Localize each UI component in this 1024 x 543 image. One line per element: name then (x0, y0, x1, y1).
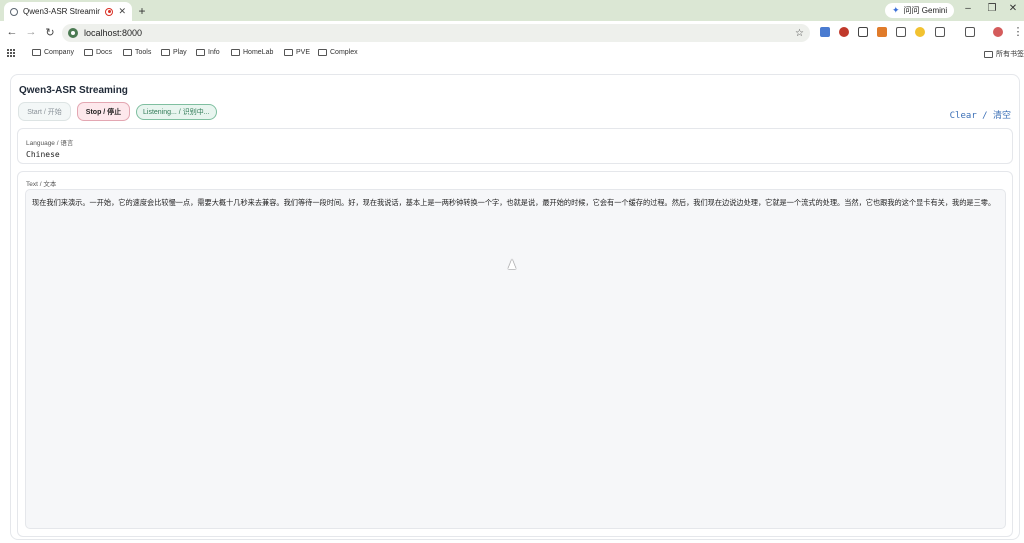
new-tab-button[interactable]: + (136, 4, 148, 18)
gemini-button[interactable]: ✦ 问问 Gemini (885, 3, 955, 18)
bookmark-label: Company (44, 49, 74, 56)
text-label: Text / 文本 (26, 181, 57, 188)
bookmark-label: Play (173, 49, 187, 56)
bookmark-folder[interactable]: Complex (318, 49, 358, 56)
status-badge: Listening... / 识别中... (136, 104, 217, 120)
page-content: Qwen3-ASR Streaming Start / 开始 Stop / 停止… (0, 62, 1024, 543)
folder-icon (231, 49, 240, 56)
folder-icon (84, 49, 93, 56)
url-text: localhost:8000 (84, 28, 143, 38)
start-button[interactable]: Start / 开始 (18, 102, 71, 121)
puzzle-icon[interactable] (935, 27, 945, 37)
browser-toolbar: ← → ↻ localhost:8000 ☆ ⋮ (0, 21, 1024, 45)
bookmark-label: Info (208, 49, 220, 56)
gemini-icon: ✦ (892, 5, 900, 15)
folder-icon (161, 49, 170, 56)
bookmarks-bar: Company Docs Tools Play Info HomeLab PVE… (0, 45, 1024, 62)
bookmark-folder[interactable]: Play (161, 49, 187, 56)
folder-icon (196, 49, 205, 56)
extension-icon[interactable] (858, 27, 868, 37)
tab-title: Qwen3-ASR Streaming (23, 7, 101, 16)
close-window-button[interactable]: ✕ (1006, 3, 1020, 14)
transcript-text[interactable]: 现在我们来演示。一开始，它的速度会比较慢一点，需要大概十几秒来去兼容。我们等待一… (25, 189, 1006, 529)
clear-button[interactable]: Clear / 清空 (950, 108, 1011, 121)
back-button[interactable]: ← (5, 26, 19, 38)
bookmark-label: Complex (330, 49, 358, 56)
mouse-cursor (508, 259, 516, 269)
bookmark-star-icon[interactable]: ☆ (795, 28, 804, 39)
bookmark-folder[interactable]: Company (32, 49, 74, 56)
bookmark-folder[interactable]: PVE (284, 49, 310, 56)
gemini-label: 问问 Gemini (903, 6, 948, 15)
bookmark-label: Docs (96, 49, 112, 56)
folder-icon (984, 50, 993, 58)
translate-extension-icon[interactable] (820, 27, 830, 37)
extension-icon[interactable] (896, 27, 906, 37)
text-panel: Text / 文本 现在我们来演示。一开始，它的速度会比较慢一点，需要大概十几秒… (17, 171, 1013, 537)
tab-strip: Qwen3-ASR Streaming ✕ + ✦ 问问 Gemini – ❐ … (0, 0, 1024, 21)
metamask-extension-icon[interactable] (877, 27, 887, 37)
folder-icon (318, 49, 327, 56)
menu-icon[interactable]: ⋮ (1011, 25, 1024, 38)
bookmark-folder[interactable]: Tools (123, 49, 151, 56)
globe-icon (10, 7, 18, 16)
restore-button[interactable]: ❐ (985, 3, 999, 14)
app-card: Qwen3-ASR Streaming Start / 开始 Stop / 停止… (10, 74, 1020, 540)
extension-icon[interactable] (839, 27, 849, 37)
all-bookmarks[interactable]: 所有书签 (984, 49, 1024, 59)
reload-button[interactable]: ↻ (43, 26, 57, 39)
browser-tab[interactable]: Qwen3-ASR Streaming ✕ (4, 2, 132, 21)
site-info-icon[interactable] (68, 28, 78, 38)
apps-icon[interactable] (7, 49, 15, 57)
minimize-button[interactable]: – (961, 3, 975, 14)
profile-avatar[interactable] (993, 27, 1003, 37)
forward-button[interactable]: → (24, 26, 38, 38)
extension-icon[interactable] (915, 27, 925, 37)
bookmark-folder[interactable]: HomeLab (231, 49, 273, 56)
bookmark-label: HomeLab (243, 49, 274, 56)
folder-icon (123, 49, 132, 56)
page-title: Qwen3-ASR Streaming (19, 85, 128, 96)
close-tab-icon[interactable]: ✕ (118, 6, 126, 17)
language-panel: Language / 语言 Chinese (17, 128, 1013, 164)
bookmark-label: PVE (296, 49, 311, 56)
language-label: Language / 语言 (26, 140, 74, 147)
bookmark-folder[interactable]: Docs (84, 49, 112, 56)
language-value: Chinese (26, 150, 60, 159)
bookmark-folder[interactable]: Info (196, 49, 220, 56)
all-bookmarks-label: 所有书签 (996, 51, 1024, 58)
folder-icon (32, 49, 41, 56)
recording-icon (105, 7, 114, 16)
folder-icon (284, 49, 293, 56)
side-panel-icon[interactable] (965, 27, 975, 37)
stop-button[interactable]: Stop / 停止 (77, 102, 130, 121)
bookmark-label: Tools (135, 49, 152, 56)
address-bar[interactable]: localhost:8000 ☆ (62, 24, 810, 42)
